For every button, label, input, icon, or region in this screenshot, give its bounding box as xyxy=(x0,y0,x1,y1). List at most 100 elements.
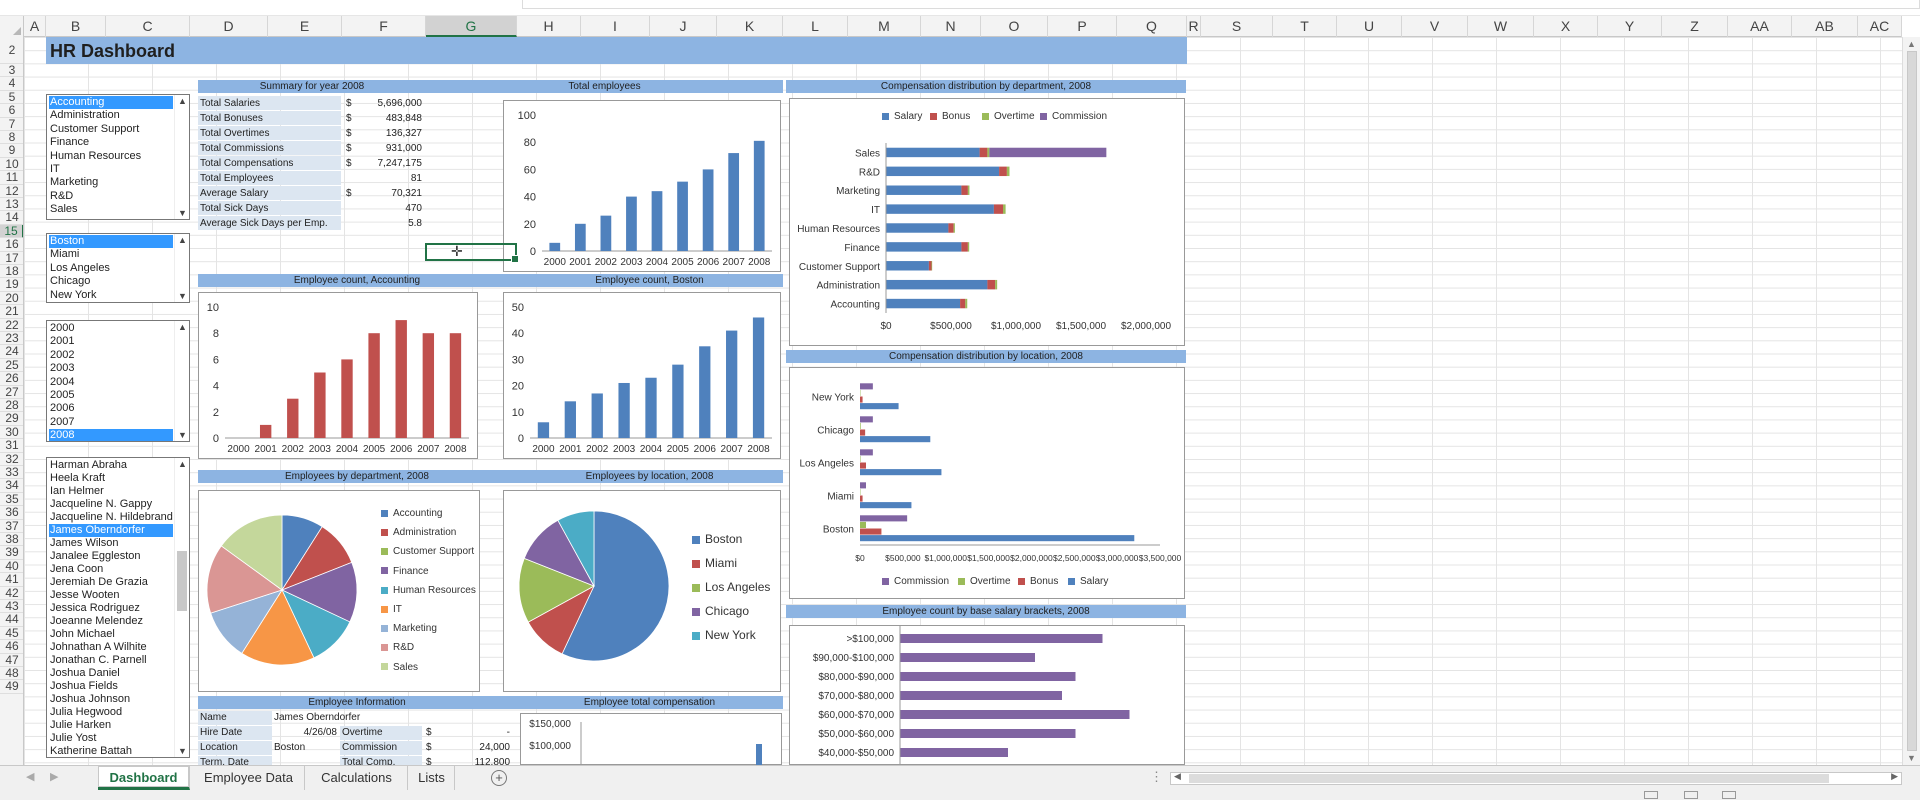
list-item[interactable]: Joeanne Melendez xyxy=(49,615,173,628)
comp-by-dept-chart[interactable]: Sales R&D Marketing IT Human Resources Financ… xyxy=(789,98,1185,346)
list-item[interactable]: Administration xyxy=(49,109,173,122)
row-header-40[interactable]: 40 xyxy=(0,559,23,574)
row-header-7[interactable]: 7 xyxy=(0,117,23,131)
list-item[interactable]: Chicago xyxy=(49,275,173,288)
list-item[interactable]: 2008 xyxy=(49,429,173,441)
row-header-36[interactable]: 36 xyxy=(0,505,23,520)
list-item[interactable]: Jacqueline N. Gappy xyxy=(49,498,173,511)
list-item[interactable]: 2006 xyxy=(49,402,173,415)
row-header-3[interactable]: 3 xyxy=(0,63,23,78)
row-header-10[interactable]: 10 xyxy=(0,157,23,172)
row-header-30[interactable]: 30 xyxy=(0,425,23,440)
next-sheet-icon[interactable]: ▶ xyxy=(50,770,58,783)
list-item[interactable]: Sales xyxy=(49,203,173,216)
list-item[interactable]: Customer Support xyxy=(49,123,173,136)
row-header-21[interactable]: 21 xyxy=(0,304,23,319)
scroll-up-icon[interactable]: ▲ xyxy=(178,235,187,245)
scroll-thumb[interactable] xyxy=(1907,51,1917,751)
row-header-16[interactable]: 16 xyxy=(0,237,23,252)
row-header-28[interactable]: 28 xyxy=(0,398,23,413)
scroll-down-icon[interactable]: ▼ xyxy=(178,430,187,440)
list-item[interactable]: Joshua Fields xyxy=(49,680,173,693)
row-header-27[interactable]: 27 xyxy=(0,385,23,399)
sheet-tab-lists[interactable]: Lists xyxy=(409,766,455,790)
list-item[interactable]: James Wilson xyxy=(49,537,173,550)
scroll-down-icon[interactable]: ▼ xyxy=(178,208,187,218)
column-header-T[interactable]: T xyxy=(1273,16,1337,37)
sheet-tab-dashboard[interactable]: Dashboard xyxy=(98,766,190,790)
list-item[interactable]: John Michael xyxy=(49,628,173,641)
column-header-H[interactable]: H xyxy=(517,16,581,37)
row-header-5[interactable]: 5 xyxy=(0,90,23,105)
row-header-39[interactable]: 39 xyxy=(0,545,23,560)
row-header-6[interactable]: 6 xyxy=(0,103,23,118)
column-header-P[interactable]: P xyxy=(1048,16,1117,37)
row-header-42[interactable]: 42 xyxy=(0,586,23,600)
list-item[interactable]: Jonathan C. Parnell xyxy=(49,654,173,667)
row-header-45[interactable]: 45 xyxy=(0,626,23,641)
list-item[interactable]: Ian Helmer xyxy=(49,485,173,498)
column-header-AC[interactable]: AC xyxy=(1858,16,1902,37)
list-item[interactable]: Joshua Daniel xyxy=(49,667,173,680)
list-item[interactable]: Johnathan A Wilhite xyxy=(49,641,173,654)
dept-pie-chart[interactable]: Accounting Administration Customer Support… xyxy=(198,490,480,692)
list-item[interactable]: New York xyxy=(49,289,173,302)
column-header-R[interactable]: R xyxy=(1187,16,1201,37)
list-scrollbar[interactable]: ▲ ▼ xyxy=(174,321,189,441)
list-item[interactable]: James Oberndorfer xyxy=(49,524,173,537)
list-item[interactable]: 2003 xyxy=(49,362,173,375)
column-header-AA[interactable]: AA xyxy=(1728,16,1792,37)
comp-by-location-chart[interactable]: New York Chicago Los Angeles Miami Boston $0 $… xyxy=(789,367,1185,599)
list-item[interactable]: Janalee Eggleston xyxy=(49,550,173,563)
list-item[interactable]: 2002 xyxy=(49,349,173,362)
row-header-24[interactable]: 24 xyxy=(0,344,23,359)
list-scrollbar[interactable]: ▲ ▼ xyxy=(174,458,189,757)
list-item[interactable]: 2000 xyxy=(49,322,173,335)
row-header-11[interactable]: 11 xyxy=(0,170,23,185)
list-item[interactable]: Julia Hegwood xyxy=(49,706,173,719)
list-item[interactable]: Jena Coon xyxy=(49,563,173,576)
row-header-25[interactable]: 25 xyxy=(0,358,23,373)
row-header-38[interactable]: 38 xyxy=(0,532,23,547)
add-sheet-button[interactable]: + xyxy=(491,770,507,786)
salary-brackets-chart[interactable]: >$100,000 $90,000-$100,000 $80,000-$90,000… xyxy=(789,625,1185,766)
column-header-I[interactable]: I xyxy=(581,16,650,37)
row-header-8[interactable]: 8 xyxy=(0,130,23,145)
list-item[interactable]: Boston xyxy=(49,235,173,248)
column-header-G[interactable]: G xyxy=(426,16,517,37)
list-item[interactable]: Julie Harken xyxy=(49,719,173,732)
scroll-up-icon[interactable]: ▲ xyxy=(178,96,187,106)
department-listbox[interactable]: Accounting Administration Customer Support… xyxy=(46,94,190,220)
list-scroll-thumb[interactable] xyxy=(177,551,187,611)
column-header-Y[interactable]: Y xyxy=(1598,16,1662,37)
row-header-33[interactable]: 33 xyxy=(0,465,23,480)
horizontal-scrollbar[interactable]: ◀ ▶ xyxy=(1170,771,1902,785)
vertical-scrollbar[interactable]: ▲ ▼ xyxy=(1902,37,1920,765)
prev-sheet-icon[interactable]: ◀ xyxy=(26,770,34,783)
list-item[interactable]: Human Resources xyxy=(49,150,173,163)
list-item[interactable]: Accounting xyxy=(49,96,173,109)
column-header-D[interactable]: D xyxy=(190,16,268,37)
list-item[interactable]: Joshua Johnson xyxy=(49,693,173,706)
hscroll-thumb[interactable] xyxy=(1189,774,1829,783)
row-header-47[interactable]: 47 xyxy=(0,653,23,667)
row-header-9[interactable]: 9 xyxy=(0,143,23,158)
column-header-S[interactable]: S xyxy=(1201,16,1273,37)
list-item[interactable]: 2001 xyxy=(49,335,173,348)
column-header-N[interactable]: N xyxy=(921,16,981,37)
list-item[interactable]: Los Angeles xyxy=(49,262,173,275)
boston-count-chart[interactable]: 0 10 20 30 40 50 2000 2001 2002 2003 2004 2005 2006 2… xyxy=(503,292,781,459)
row-header-12[interactable]: 12 xyxy=(0,184,23,198)
row-header-41[interactable]: 41 xyxy=(0,572,23,587)
column-header-Z[interactable]: Z xyxy=(1662,16,1728,37)
list-item[interactable]: 2004 xyxy=(49,376,173,389)
row-header-29[interactable]: 29 xyxy=(0,411,23,426)
scroll-down-icon[interactable]: ▼ xyxy=(178,746,187,756)
row-header-14[interactable]: 14 xyxy=(0,210,23,225)
row-header-13[interactable]: 13 xyxy=(0,197,23,212)
row-header-31[interactable]: 31 xyxy=(0,438,23,453)
sheet-tab-calculations[interactable]: Calculations xyxy=(306,766,408,790)
row-header-22[interactable]: 22 xyxy=(0,318,23,332)
list-item[interactable]: IT xyxy=(49,163,173,176)
row-header-4[interactable]: 4 xyxy=(0,76,23,91)
